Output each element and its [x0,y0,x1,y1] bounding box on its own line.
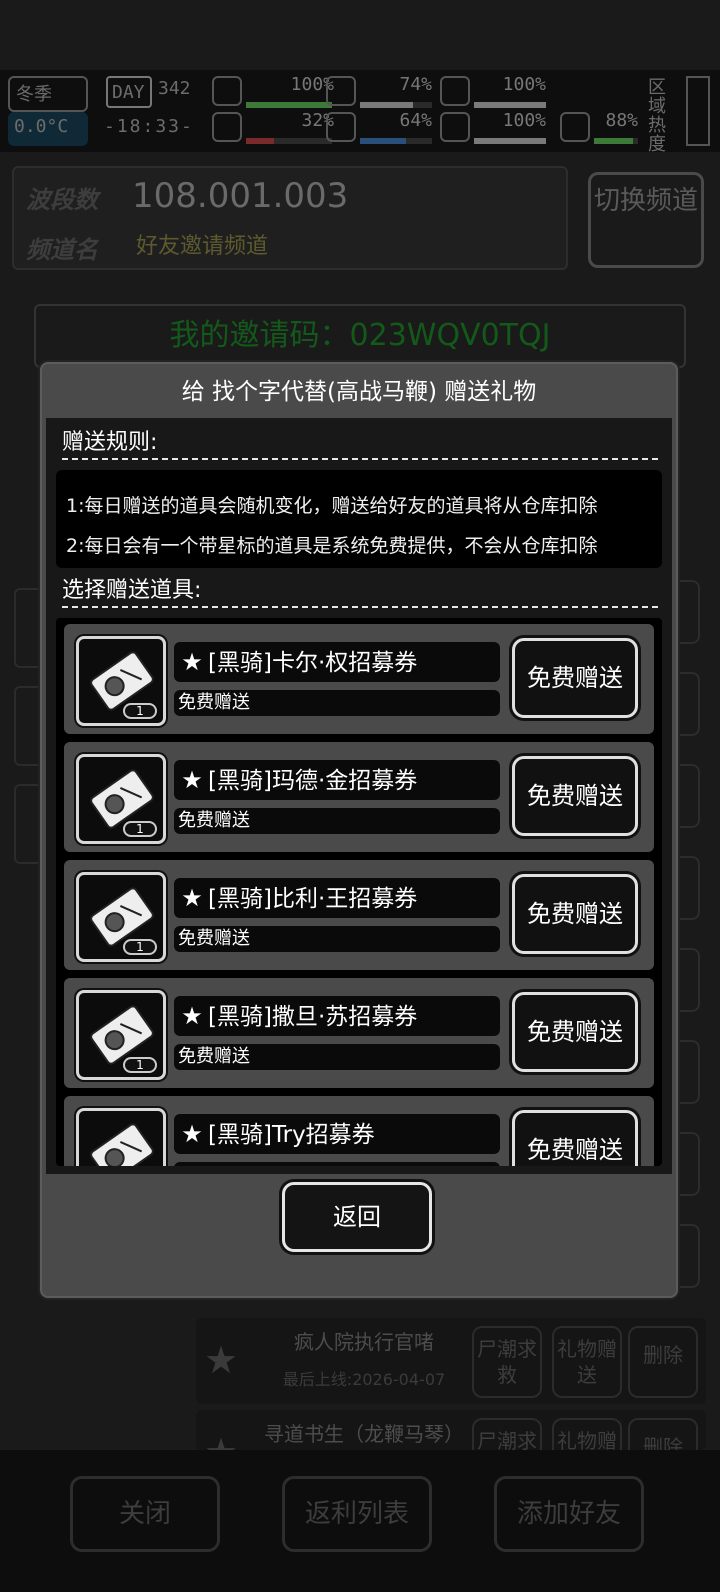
day-label: DAY [106,76,152,108]
item-subtitle: 免费赠送 [174,926,500,952]
divider [62,606,658,608]
ticket-icon: 1 [76,636,166,726]
back-button[interactable]: 返回 [282,1182,432,1252]
ticket-icon: 1 [76,990,166,1080]
ticket-icon: 1 [76,1108,166,1166]
channel-label: 频道名 [26,236,98,264]
star-icon: ★ [181,648,203,676]
rescue-button[interactable]: 尸潮求救 [472,1326,542,1398]
add-friend-button[interactable]: 添加好友 [494,1476,644,1552]
close-button[interactable]: 关闭 [70,1476,220,1552]
stat-bar-fill [474,138,546,144]
stat-bar-fill [474,102,546,108]
item-name: ★ [黑骑]卡尔·权招募券 [174,642,500,682]
stat-medical: 100% [212,74,338,110]
health-icon [212,112,242,142]
friend-name: 寻道书生（龙鞭马琴） [264,1422,464,1446]
star-icon: ★ [181,1120,203,1148]
gift-item-list[interactable]: 1 ★ [黑骑]卡尔·权招募券 免费赠送 免费赠送 1 ★ [黑骑]玛德·金招募券 … [56,618,662,1166]
free-gift-button[interactable]: 免费赠送 [512,1110,638,1166]
rules-heading: 赠送规则: [62,430,158,455]
stat-water: 64% [326,110,436,146]
stat-bar-fill [246,138,274,144]
free-gift-button[interactable]: 免费赠送 [512,874,638,954]
gift-item: 1 ★ [黑骑]卡尔·权招募券 免费赠送 免费赠送 [64,624,654,734]
item-subtitle: 免费赠送 [174,690,500,716]
item-name: ★ [黑骑]玛德·金招募券 [174,760,500,800]
delete-button[interactable]: 删除 [628,1418,698,1450]
divider [62,458,658,460]
item-subtitle: 免费赠送 [174,1044,500,1070]
switch-channel-button[interactable]: 切换频道 [588,172,704,268]
select-heading: 选择赠送道具: [62,578,202,603]
friend-name: 疯人院执行官啫 [294,1330,434,1354]
gift-item: 1 ★ [黑骑]撒旦·苏招募券 免费赠送 免费赠送 [64,978,654,1088]
free-gift-button[interactable]: 免费赠送 [512,992,638,1072]
item-name: ★ [黑骑]Try招募券 [174,1114,500,1154]
channel-value: 好友邀请频道 [136,234,269,259]
season-indicator: 冬季 [8,76,88,112]
stat-bar-fill [360,138,407,144]
stat-energy: 88% [560,110,642,146]
region-heat-label: 区域热度 [648,77,666,155]
gift-button[interactable]: 礼物赠送 [552,1418,622,1450]
game-clock: -18:33- [104,116,194,137]
friend-last-online: 最后上线:2026-04-07 [282,1370,446,1389]
item-quantity: 1 [123,703,157,719]
item-name: ★ [黑骑]撒旦·苏招募券 [174,996,500,1036]
status-panel: 冬季 0.0°C DAY 342 -18:33- 100% 74% 100% 3… [0,70,720,155]
free-gift-button[interactable]: 免费赠送 [512,638,638,718]
star-icon: ★ [204,1432,244,1450]
star-icon: ★ [181,1002,203,1030]
dialog-body: 赠送规则: 1:每日赠送的道具会随机变化，赠送给好友的道具将从仓库扣除 2:每日… [46,418,672,1174]
band-label: 波段数 [26,186,98,214]
rescue-button[interactable]: 尸潮求救 [472,1418,542,1450]
free-gift-button[interactable]: 免费赠送 [512,756,638,836]
item-quantity: 1 [123,821,157,837]
stat-health: 32% [212,110,338,146]
rule-line: 1:每日赠送的道具会随机变化，赠送给好友的道具将从仓库扣除 [66,495,598,517]
delete-button[interactable]: 删除 [628,1326,698,1398]
item-quantity: 1 [123,939,157,955]
dialog-title: 给 找个字代替(高战马鞭) 赠送礼物 [181,379,537,405]
pill-icon [440,76,470,106]
stat-hunger: 74% [326,74,436,110]
rebate-list-button[interactable]: 返利列表 [282,1476,432,1552]
ticket-icon: 1 [76,754,166,844]
gift-button[interactable]: 礼物赠送 [552,1326,622,1398]
gift-item: 1 ★ [黑骑]比利·王招募券 免费赠送 免费赠送 [64,860,654,970]
gift-item: 1 ★[黑骑]Try招募券 免费赠送 [64,1096,654,1166]
day-number: 342 [158,78,191,99]
ticket-icon: 1 [76,872,166,962]
stat-bar-fill [246,102,332,108]
rule-line: 2:每日会有一个带星标的道具是系统免费提供，不会从仓库扣除 [66,535,598,557]
item-subtitle [174,1162,500,1166]
flask-icon [560,112,590,142]
invite-code: 我的邀请码：023WQV0TQJ [34,304,686,368]
stat-medicine: 100% [440,74,550,110]
rules-box: 1:每日赠送的道具会随机变化，赠送给好友的道具将从仓库扣除 2:每日会有一个带星… [56,470,662,568]
item-name: ★ [黑骑]比利·王招募券 [174,878,500,918]
star-icon: ★ [204,1338,239,1382]
stat-bar-fill [360,102,414,108]
stomach-icon [326,76,356,106]
star-icon: ★ [181,884,203,912]
stat-mood: 100% [440,110,550,146]
heart-icon [440,112,470,142]
gift-item: 1 ★ [黑骑]玛德·金招募券 免费赠送 免费赠送 [64,742,654,852]
star-icon: ★ [181,766,203,794]
water-icon [326,112,356,142]
stat-bar-fill [594,138,633,144]
temperature-readout: 0.0°C [8,112,88,146]
item-subtitle: 免费赠送 [174,808,500,834]
friend-row: ★ 疯人院执行官啫 最后上线:2026-04-07 尸潮求救 礼物赠送 删除 [196,1318,706,1404]
gift-dialog: 给 找个字代替(高战马鞭) 赠送礼物 赠送规则: 1:每日赠送的道具会随机变化，… [40,362,678,1298]
region-heat-bar [686,76,710,146]
medkit-icon [212,76,242,106]
friend-row: ★ 寻道书生（龙鞭马琴） 尸潮求救 礼物赠送 删除 [196,1410,706,1450]
band-value: 108.001.003 [132,176,349,216]
item-quantity: 1 [123,1057,157,1073]
frequency-panel: 波段数 108.001.003 频道名 好友邀请频道 [12,166,568,270]
